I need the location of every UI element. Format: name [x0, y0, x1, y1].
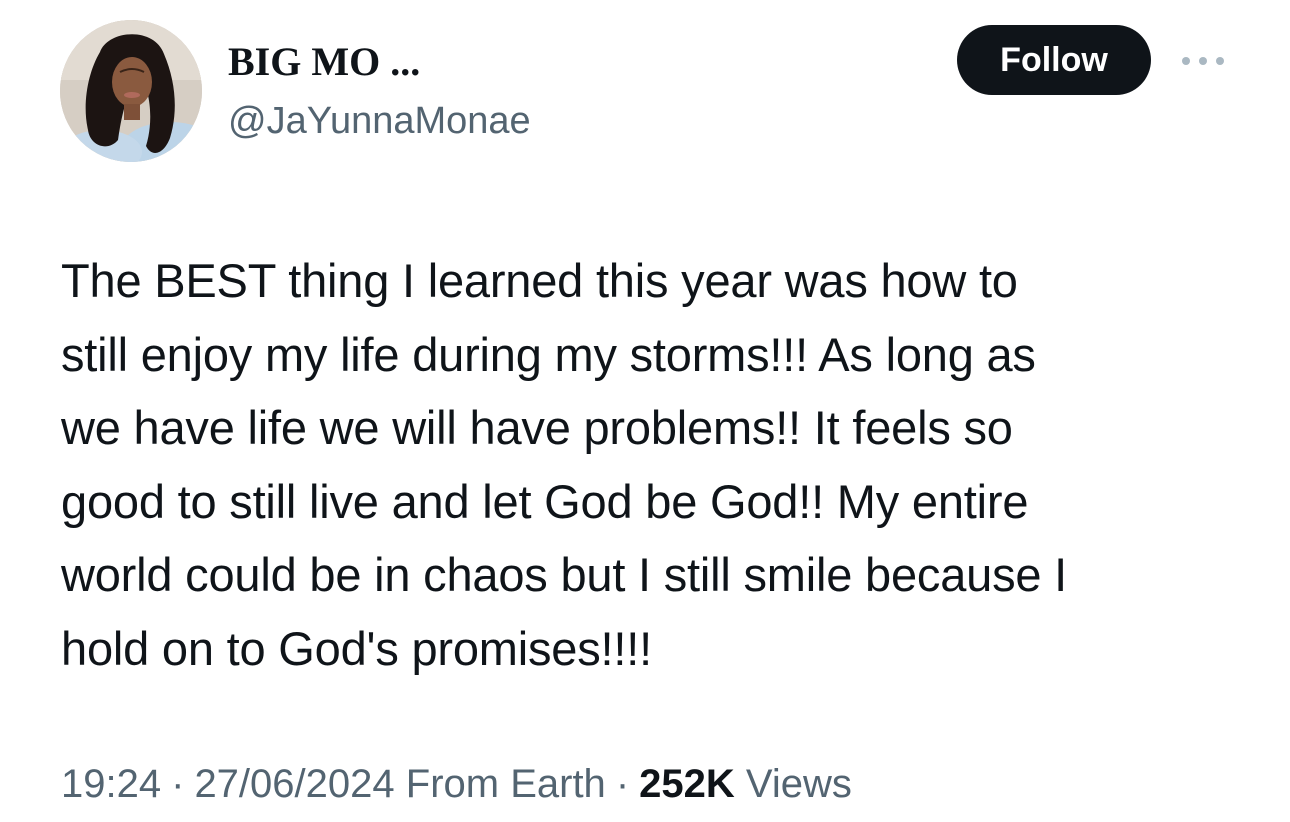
views-count[interactable]: 252K — [639, 762, 735, 806]
more-horizontal-icon — [1182, 57, 1224, 65]
follow-button[interactable]: Follow — [957, 25, 1151, 95]
author-display-name[interactable]: BIG MO ... — [228, 38, 420, 86]
author-handle[interactable]: @JaYunnaMonae — [228, 98, 531, 144]
tweet-source: From Earth — [405, 762, 606, 806]
tweet-date[interactable]: 27/06/2024 — [194, 762, 394, 806]
tweet-time[interactable]: 19:24 — [61, 762, 161, 806]
meta-separator: · — [615, 762, 630, 806]
avatar-image — [60, 20, 202, 162]
author-avatar[interactable] — [60, 20, 202, 162]
tweet-meta: 19:24 · 27/06/2024 From Earth · 252K Views — [61, 758, 852, 810]
meta-separator: · — [171, 762, 185, 806]
more-options-button[interactable] — [1178, 44, 1228, 78]
tweet-text: The BEST thing I learned this year was h… — [61, 254, 1068, 675]
views-label: Views — [745, 762, 852, 806]
